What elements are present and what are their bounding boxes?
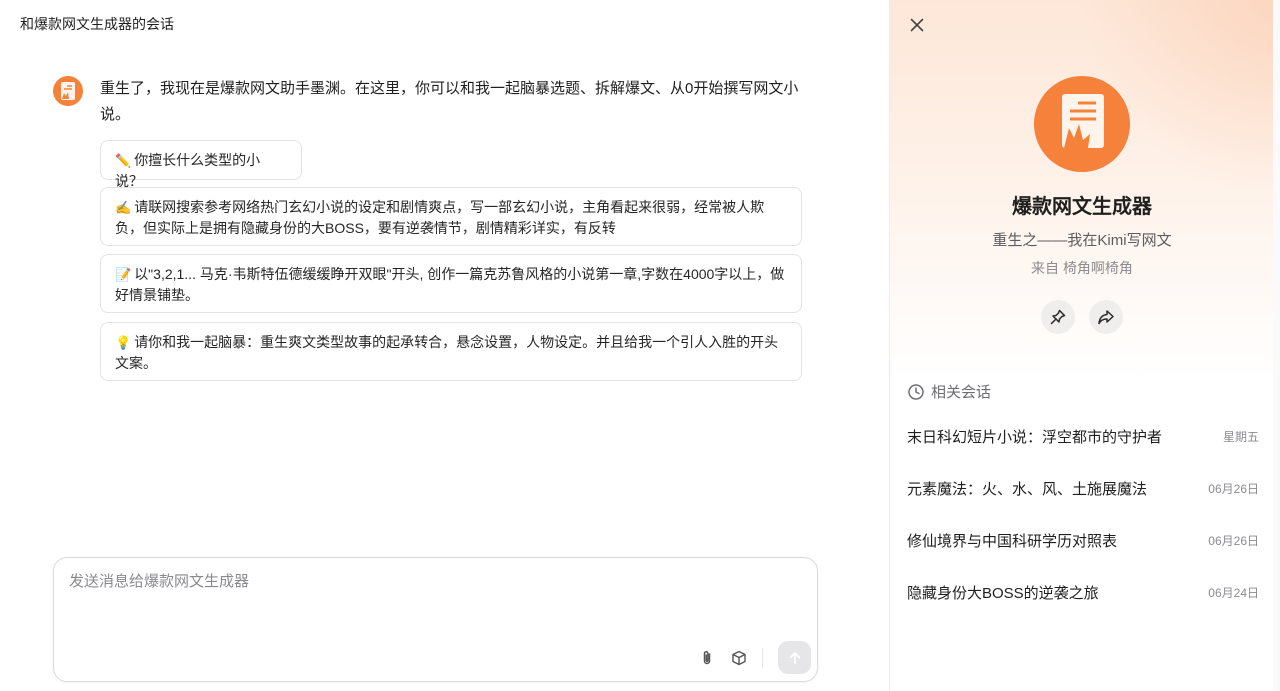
suggestion-chip[interactable]: ✏️ 你擅长什么类型的小说？: [100, 140, 302, 189]
document-spark-icon: [61, 82, 75, 100]
close-icon[interactable]: [906, 14, 928, 36]
related-title: 相关会话: [931, 384, 992, 401]
related-conversation-title: 隐藏身份大BOSS的逆袭之旅: [907, 584, 1099, 602]
toolbar-divider: [762, 648, 763, 668]
bot-greeting-message: 重生了，我现在是爆款网文助手墨渊。在这里，你可以和我一起脑暴选题、拆解爆文、从0…: [100, 80, 799, 123]
document-spark-icon: [1062, 94, 1104, 148]
bot-name: 爆款网文生成器: [1012, 196, 1152, 218]
suggestion-chip[interactable]: 💡 请你和我一起脑暴：重生爽文类型故事的起承转合，悬念设置，人物设定。并且给我一个…: [100, 322, 802, 381]
related-conversation-title: 修仙境界与中国科研学历对照表: [907, 532, 1118, 550]
related-conversation-item[interactable]: 修仙境界与中国科研学历对照表 06月26日: [907, 525, 1259, 555]
related-conversation-date: 06月26日: [1208, 533, 1259, 548]
message-input[interactable]: [69, 570, 799, 640]
message-composer: [53, 557, 818, 682]
bot-author: 来自 椅角啊椅角: [890, 258, 1274, 278]
suggestion-chip[interactable]: 📝 以"3,2,1... 马克·韦斯特伍德缓缓睁开双眼"开头, 创作一篇克苏鲁风格…: [100, 254, 802, 313]
related-conversation-item[interactable]: 末日科幻短片小说：浮空都市的守护者 星期五: [907, 421, 1259, 451]
arrow-up-icon: [789, 651, 800, 664]
related-conversation-item[interactable]: 隐藏身份大BOSS的逆袭之旅 06月24日: [907, 577, 1259, 607]
suggestion-text: 以"3,2,1... 马克·韦斯特伍德缓缓睁开双眼"开头, 创作一篇克苏鲁风格的…: [115, 266, 785, 303]
related-conversation-date: 06月26日: [1208, 481, 1259, 496]
light-bulb-icon: 💡: [115, 335, 132, 350]
bot-avatar: [53, 76, 83, 106]
pin-icon: [1050, 309, 1066, 325]
bot-description: 重生之——我在Kimi写网文: [992, 232, 1172, 249]
suggestion-text: 你擅长什么类型的小说？: [115, 152, 261, 189]
send-button[interactable]: [778, 641, 811, 674]
suggestion-text: 请你和我一起脑暴：重生爽文类型故事的起承转合，悬念设置，人物设定。并且给我一个引…: [115, 334, 779, 371]
related-conversation-date: 06月24日: [1208, 585, 1259, 600]
chat-main: 和爆款网文生成器的会话 重生了，我现在是爆款网文助手墨渊。在这里，你可以和我一起…: [0, 0, 889, 691]
pencil-icon: ✏️: [115, 153, 132, 168]
share-button[interactable]: [1089, 300, 1123, 334]
cube-icon[interactable]: [727, 646, 751, 670]
suggestion-chip[interactable]: ✍️ 请联网搜索参考网络热门玄幻小说的设定和剧情爽点，写一部玄幻小说，主角看起来很…: [100, 187, 802, 246]
bot-info-panel: 爆款网文生成器 重生之——我在Kimi写网文 来自 椅角啊椅角 相关会话 末日科…: [889, 0, 1280, 691]
paperclip-icon[interactable]: [695, 646, 719, 670]
writing-hand-icon: ✍️: [115, 200, 132, 215]
related-conversation-title: 元素魔法：火、水、风、土施展魔法: [907, 480, 1148, 498]
author-name[interactable]: 椅角啊椅角: [1063, 260, 1133, 276]
related-conversations-header: 相关会话: [907, 381, 991, 402]
memo-icon: 📝: [115, 267, 132, 282]
share-icon: [1098, 310, 1114, 325]
related-conversation-title: 末日科幻短片小说：浮空都市的守护者: [907, 428, 1163, 446]
related-conversation-date: 星期五: [1222, 429, 1259, 444]
panel-scrollbar-track[interactable]: [1273, 0, 1280, 691]
conversation-title: 和爆款网文生成器的会话: [20, 16, 174, 32]
author-prefix: 来自: [1031, 260, 1063, 276]
bot-logo: [1034, 76, 1130, 172]
pin-button[interactable]: [1041, 300, 1075, 334]
clock-icon: [907, 383, 925, 401]
suggestion-text: 请联网搜索参考网络热门玄幻小说的设定和剧情爽点，写一部玄幻小说，主角看起来很弱，…: [115, 199, 765, 236]
related-conversation-item[interactable]: 元素魔法：火、水、风、土施展魔法 06月26日: [907, 473, 1259, 503]
